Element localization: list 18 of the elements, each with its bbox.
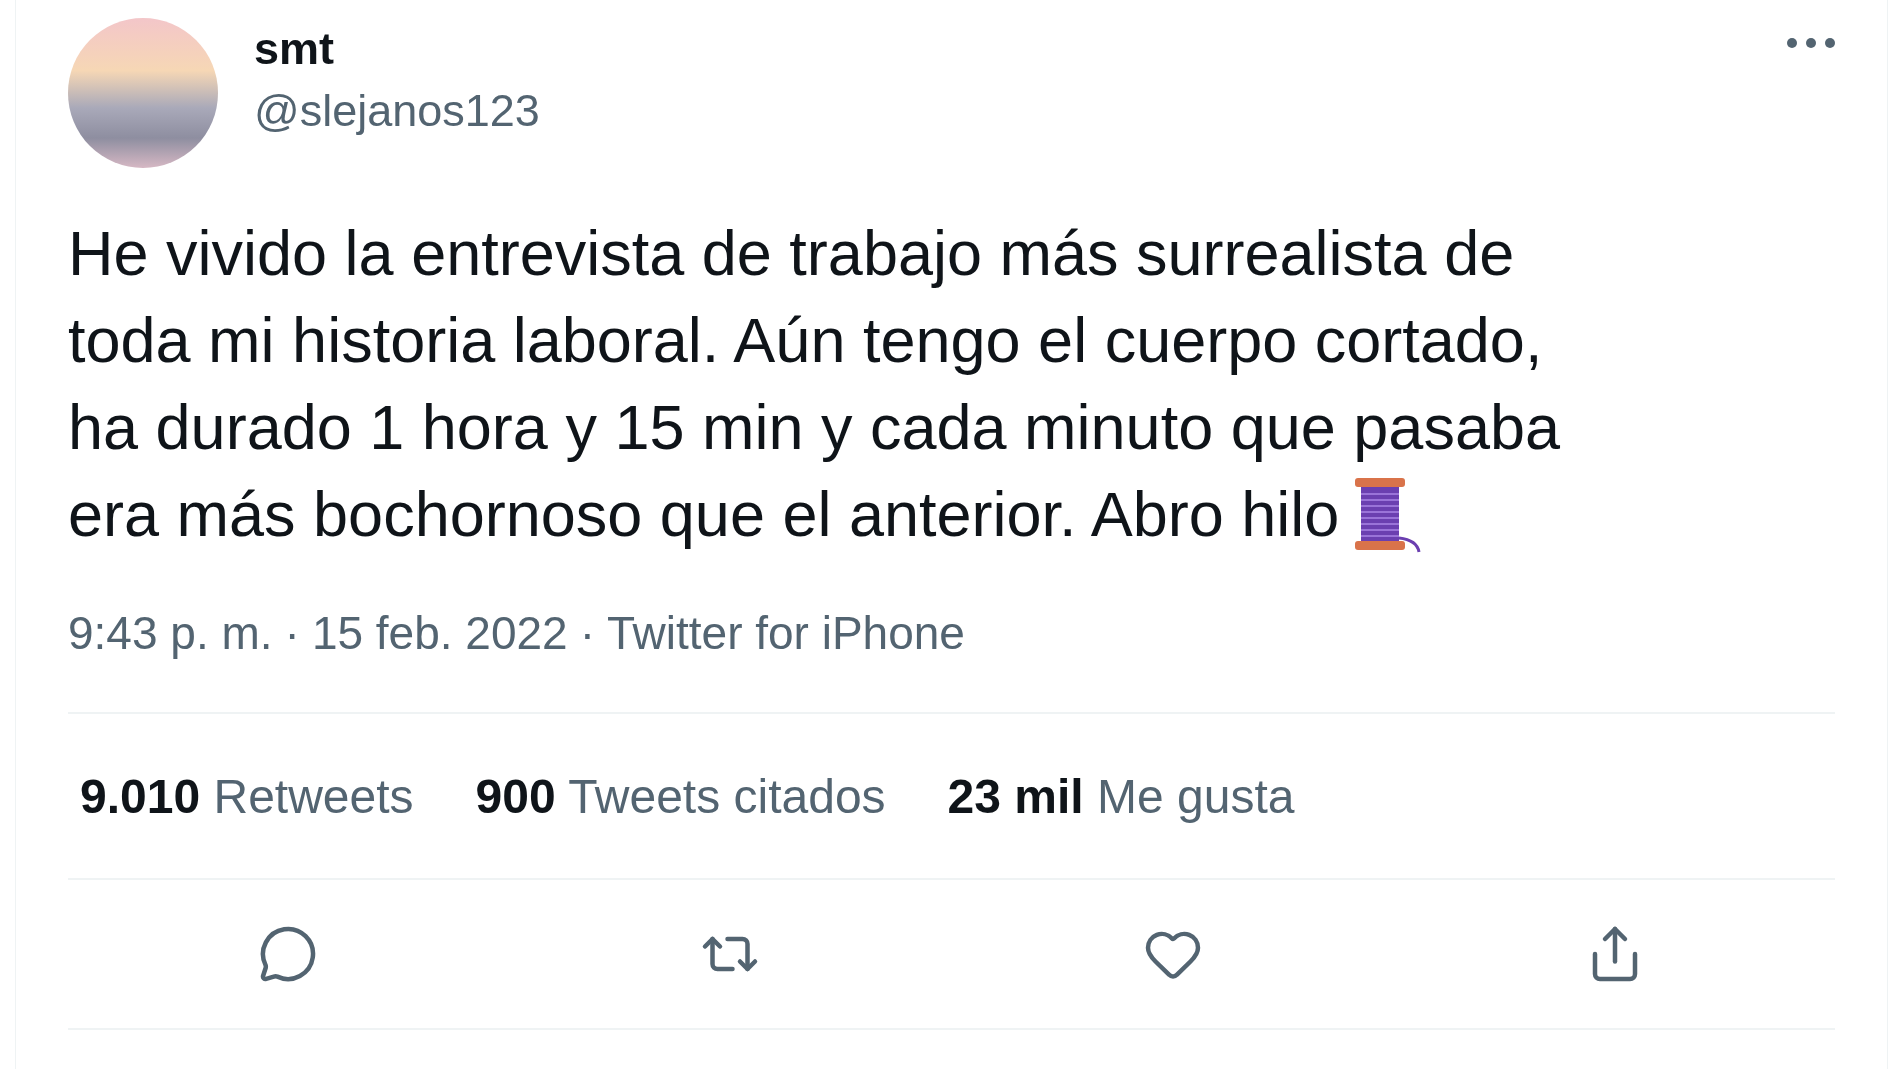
stat-link[interactable]: 900 Tweets citados — [475, 768, 886, 824]
tweet-date-link[interactable]: 15 feb. 2022 — [311, 606, 568, 660]
separator-dot: · — [579, 606, 595, 660]
tweet-text: toda mi historia laboral. Aún tengo el cuerpo cortado, — [68, 304, 1543, 377]
tweet-text: ha durado 1 hora y 15 min y cada minuto que pasaba — [68, 391, 1560, 464]
tweet-text: era más bochornoso que el anterior. Abro hilo — [68, 478, 1340, 551]
separator-dot: · — [284, 606, 300, 660]
author-name[interactable]: smt — [254, 23, 540, 75]
stat-link[interactable]: 23 mil Me gusta — [947, 768, 1295, 824]
reply-icon — [258, 924, 318, 984]
stat-link[interactable]: 9.010 Retweets — [80, 768, 414, 824]
reply-button[interactable] — [258, 924, 318, 984]
more-icon — [1787, 38, 1835, 48]
author-handle[interactable]: @slejanos123 — [254, 85, 540, 137]
source-link[interactable]: Twitter for iPhone — [607, 606, 965, 660]
more-button[interactable] — [1787, 38, 1835, 48]
tweet-text: He vivido la entrevista de trabajo más surrealista de — [68, 217, 1515, 290]
tweet-time-link[interactable]: 9:43 p. m. — [68, 606, 273, 660]
